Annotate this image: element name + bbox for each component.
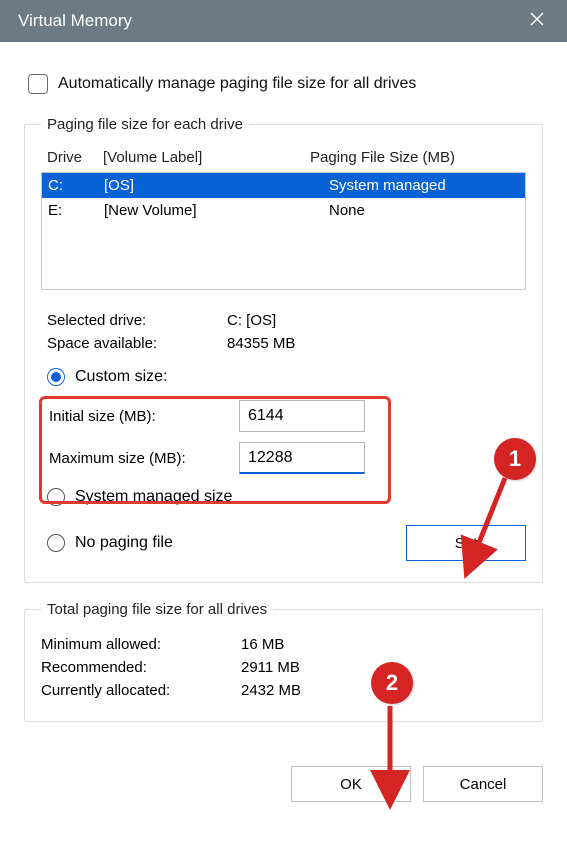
- annotation-number: 1: [509, 446, 521, 472]
- maximum-size-input[interactable]: [239, 442, 365, 474]
- drive-list[interactable]: C: [OS] System managed E: [New Volume] N…: [41, 172, 526, 290]
- header-paging: Paging File Size (MB): [310, 149, 520, 166]
- min-allowed-label: Minimum allowed:: [41, 636, 241, 653]
- drive-volume: [OS]: [104, 177, 329, 194]
- currently-allocated-label: Currently allocated:: [41, 682, 241, 699]
- group-legend: Total paging file size for all drives: [41, 601, 273, 618]
- radio-icon: [47, 534, 65, 552]
- radio-no-paging[interactable]: No paging file: [47, 534, 173, 552]
- drive-paging: None: [329, 202, 519, 219]
- annotation-badge-1: 1: [494, 438, 536, 480]
- header-drive: Drive: [47, 149, 103, 166]
- radio-custom-size[interactable]: Custom size:: [47, 368, 520, 386]
- auto-manage-label: Automatically manage paging file size fo…: [58, 75, 416, 93]
- selected-drive-value: C: [OS]: [227, 312, 276, 329]
- set-button[interactable]: Set: [406, 525, 526, 561]
- initial-size-label: Initial size (MB):: [49, 408, 239, 425]
- maximum-size-label: Maximum size (MB):: [49, 450, 239, 467]
- window-title: Virtual Memory: [18, 11, 132, 31]
- radio-icon: [47, 488, 65, 506]
- annotation-badge-2: 2: [371, 662, 413, 704]
- close-icon[interactable]: [525, 10, 549, 33]
- auto-manage-checkbox[interactable]: [28, 74, 48, 94]
- currently-allocated-value: 2432 MB: [241, 682, 301, 699]
- radio-sys-label: System managed size: [75, 488, 232, 506]
- space-available-label: Space available:: [47, 335, 227, 352]
- paging-per-drive-group: Paging file size for each drive Drive [V…: [24, 116, 543, 583]
- space-available-value: 84355 MB: [227, 335, 295, 352]
- group-legend: Paging file size for each drive: [41, 116, 249, 133]
- min-allowed-value: 16 MB: [241, 636, 284, 653]
- radio-icon: [47, 368, 65, 386]
- recommended-label: Recommended:: [41, 659, 241, 676]
- annotation-number: 2: [386, 670, 398, 696]
- radio-none-label: No paging file: [75, 534, 173, 552]
- recommended-value: 2911 MB: [241, 659, 300, 676]
- drive-list-header: Drive [Volume Label] Paging File Size (M…: [41, 145, 526, 172]
- drive-letter: E:: [48, 202, 104, 219]
- drive-letter: C:: [48, 177, 104, 194]
- ok-button[interactable]: OK: [291, 766, 411, 802]
- radio-system-managed[interactable]: System managed size: [47, 488, 520, 506]
- drive-row[interactable]: C: [OS] System managed: [42, 173, 525, 198]
- initial-size-input[interactable]: [239, 400, 365, 432]
- selected-drive-label: Selected drive:: [47, 312, 227, 329]
- drive-row[interactable]: E: [New Volume] None: [42, 198, 525, 223]
- cancel-button[interactable]: Cancel: [423, 766, 543, 802]
- drive-volume: [New Volume]: [104, 202, 329, 219]
- drive-paging: System managed: [329, 177, 519, 194]
- total-paging-group: Total paging file size for all drives Mi…: [24, 601, 543, 722]
- header-volume: [Volume Label]: [103, 149, 310, 166]
- dialog-footer: OK Cancel: [0, 756, 567, 822]
- radio-custom-label: Custom size:: [75, 368, 167, 386]
- titlebar: Virtual Memory: [0, 0, 567, 42]
